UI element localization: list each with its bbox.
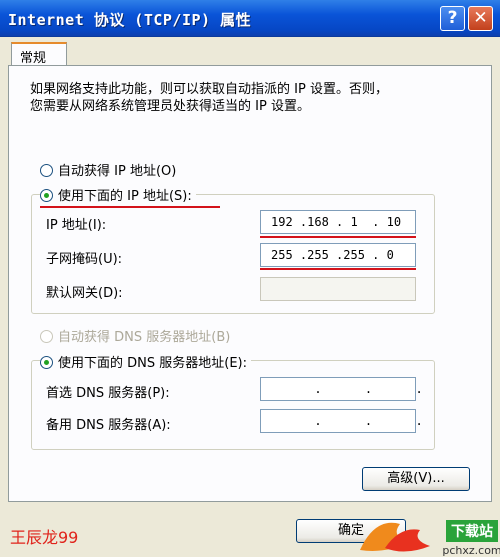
description-line-2: 您需要从网络系统管理员处获得适当的 IP 设置。 bbox=[30, 99, 310, 114]
help-button[interactable]: ? bbox=[440, 6, 465, 31]
radio-icon bbox=[40, 164, 53, 177]
advanced-button[interactable]: 高级(V)... bbox=[362, 467, 470, 491]
auto-ip-radio[interactable]: 自动获得 IP 地址(O) bbox=[40, 160, 176, 179]
auto-ip-label: 自动获得 IP 地址(O) bbox=[58, 164, 177, 179]
ip-address-label: IP 地址(I): bbox=[46, 218, 107, 233]
description-line-1: 如果网络支持此功能，则可以获取自动指派的 IP 设置。否则， bbox=[30, 82, 388, 97]
manual-ip-label: 使用下面的 IP 地址(S): bbox=[58, 189, 192, 204]
alternate-dns-field[interactable]: . . . bbox=[260, 409, 423, 433]
auto-dns-label: 自动获得 DNS 服务器地址(B) bbox=[58, 330, 231, 345]
close-button[interactable]: ✕ bbox=[468, 6, 493, 31]
alternate-dns-label: 备用 DNS 服务器(A): bbox=[46, 418, 171, 433]
radio-selected-icon bbox=[40, 189, 53, 202]
logo-url: pchxz.com bbox=[442, 544, 500, 557]
tab-general[interactable]: 常规 bbox=[11, 42, 67, 66]
radio-disabled-icon bbox=[40, 330, 53, 343]
title-bar: Internet 协议 (TCP/IP) 属性 ? ✕ bbox=[0, 0, 500, 37]
dns-groupbox bbox=[31, 360, 435, 450]
author-watermark: 王辰龙99 bbox=[10, 528, 79, 547]
logo-text: 下载站 bbox=[451, 523, 493, 540]
window-title: Internet 协议 (TCP/IP) 属性 bbox=[8, 11, 252, 29]
annotation-underline bbox=[260, 236, 416, 238]
ip-address-field[interactable]: 192 .168 . 1 . 10 bbox=[260, 210, 416, 234]
manual-dns-label: 使用下面的 DNS 服务器地址(E): bbox=[58, 356, 247, 371]
default-gateway-field[interactable] bbox=[260, 277, 416, 301]
manual-dns-radio[interactable]: 使用下面的 DNS 服务器地址(E): bbox=[40, 352, 251, 371]
radio-selected-icon bbox=[40, 356, 53, 369]
subnet-mask-field[interactable]: 255 .255 .255 . 0 bbox=[260, 243, 416, 267]
preferred-dns-field[interactable]: . . . bbox=[260, 377, 423, 401]
manual-ip-radio[interactable]: 使用下面的 IP 地址(S): bbox=[40, 185, 196, 204]
auto-dns-radio[interactable]: 自动获得 DNS 服务器地址(B) bbox=[40, 326, 230, 345]
annotation-underline bbox=[260, 268, 416, 270]
subnet-mask-label: 子网掩码(U): bbox=[46, 252, 123, 267]
annotation-underline bbox=[40, 206, 220, 208]
site-logo: 下载站 pchxz.com bbox=[360, 520, 500, 557]
default-gateway-label: 默认网关(D): bbox=[46, 286, 123, 301]
preferred-dns-label: 首选 DNS 服务器(P): bbox=[46, 386, 170, 401]
description-text: 如果网络支持此功能，则可以获取自动指派的 IP 设置。否则， 您需要从网络系统管… bbox=[30, 81, 470, 115]
